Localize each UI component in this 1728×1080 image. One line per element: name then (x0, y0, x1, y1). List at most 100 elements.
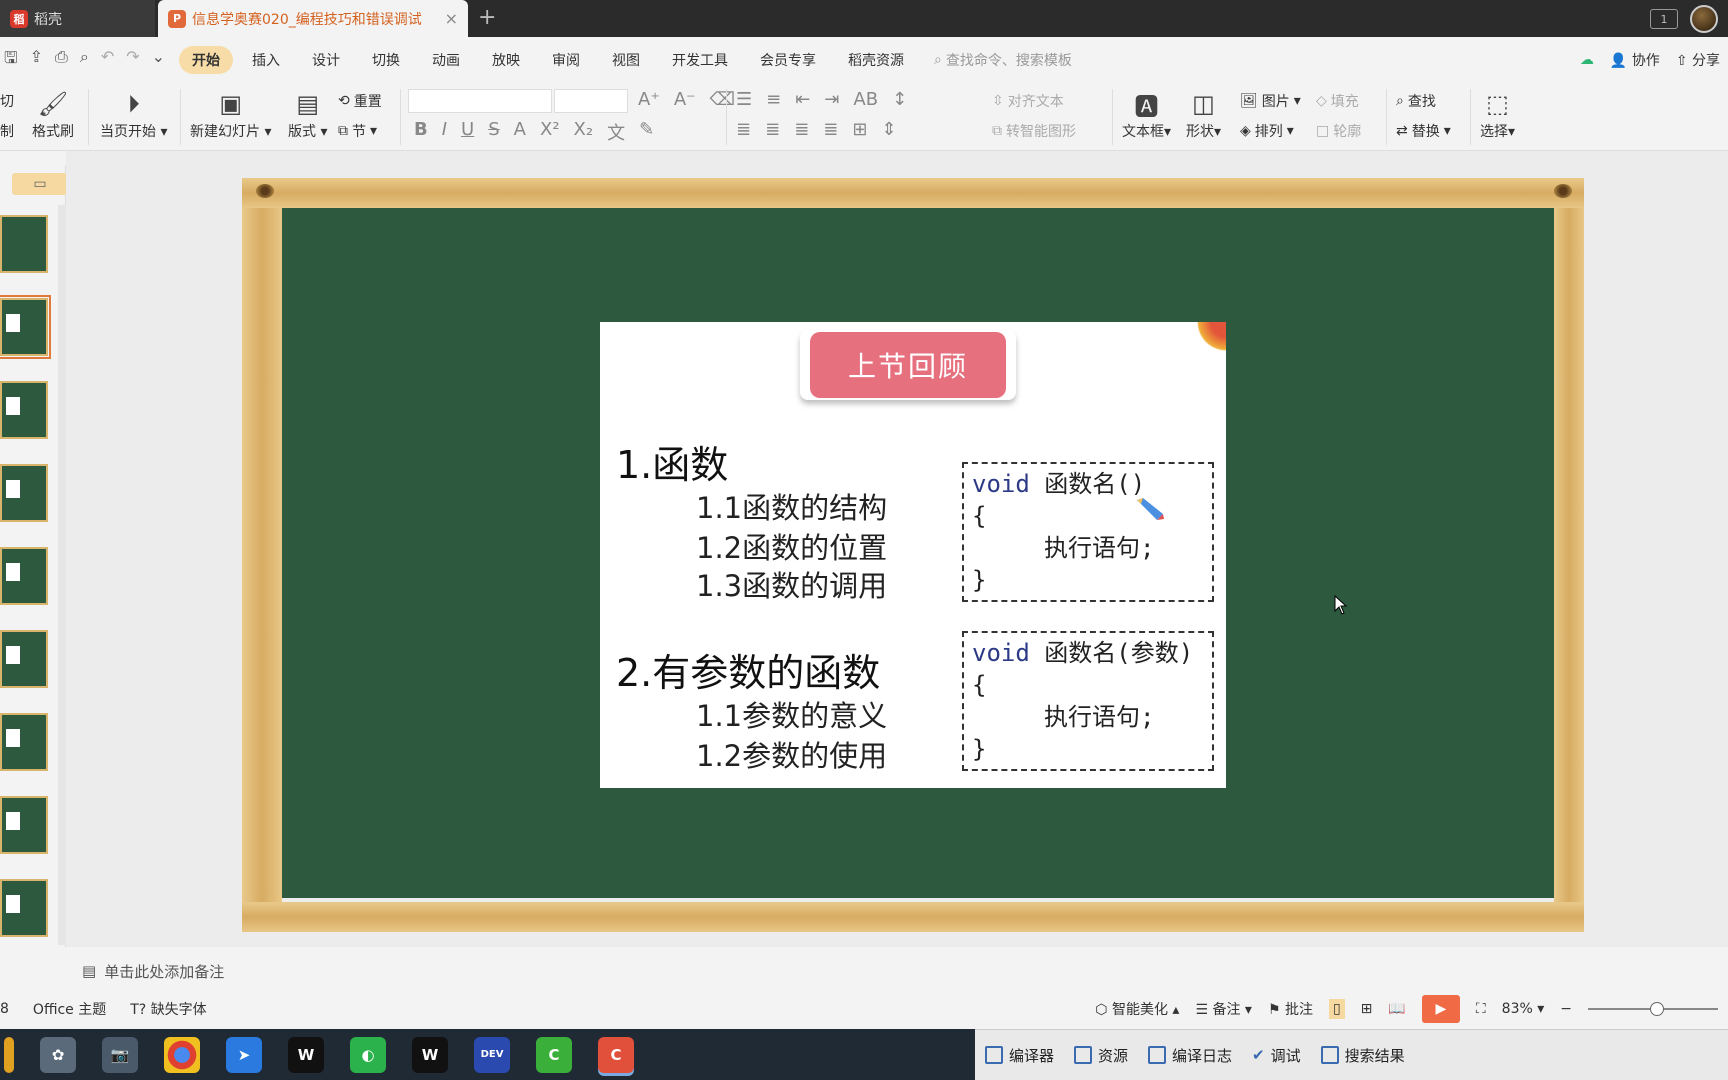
menu-member[interactable]: 会员专享 (747, 46, 829, 74)
slide-thumbnail[interactable] (0, 796, 48, 854)
superscript-icon[interactable]: X² (540, 119, 560, 145)
tab-docer-home[interactable]: 稻 稻壳 (0, 0, 155, 37)
slide-thumbnail[interactable] (0, 381, 48, 439)
slide-thumbnail[interactable] (0, 630, 48, 688)
align-right-icon[interactable]: ≣ (794, 119, 809, 140)
feishu-icon[interactable]: ➤ (226, 1036, 262, 1073)
justify-icon[interactable]: ≣ (823, 119, 838, 140)
tab-document[interactable]: P 信息学奥赛020_编程技巧和错误调试 × (158, 0, 468, 37)
copy-button[interactable]: 复制 (0, 121, 14, 141)
compiler-tab[interactable]: 编译器 (985, 1045, 1054, 1066)
eraser-icon[interactable]: ⌫ (710, 89, 735, 110)
wechat-icon[interactable]: ◐ (350, 1036, 386, 1073)
layout-mode-icon[interactable]: 1 (1650, 9, 1678, 29)
camera-icon[interactable]: 📷 (102, 1036, 138, 1073)
slide-thumbnail[interactable] (0, 215, 48, 273)
picture-button[interactable]: 🖼 图片 ▾ (1240, 91, 1301, 111)
arrange-button[interactable]: ◈ 排列 ▾ (1240, 121, 1294, 141)
notes-toggle-button[interactable]: ☰ 备注 ▾ (1195, 999, 1252, 1019)
menu-docer-resources[interactable]: 稻壳资源 (835, 46, 917, 74)
menu-home[interactable]: 开始 (179, 46, 234, 74)
increase-font-icon[interactable]: A⁺ (638, 89, 660, 110)
save-icon[interactable]: 🖫 (4, 47, 18, 74)
zoom-level[interactable]: 83% ▾ (1502, 1001, 1545, 1017)
app-icon[interactable]: ✿ (40, 1036, 76, 1073)
menu-slideshow[interactable]: 放映 (479, 46, 533, 74)
fill-button[interactable]: ◇ 填充 (1316, 91, 1359, 111)
collab-button[interactable]: 👤 协作 (1610, 50, 1660, 70)
pinyin-icon[interactable]: 文 (607, 119, 625, 145)
print-preview-icon[interactable]: ⌕ (80, 47, 89, 74)
text-direction-icon[interactable]: AB (853, 89, 878, 110)
layout-button[interactable]: ▤ 版式 ▾ (288, 87, 327, 141)
chrome-icon[interactable] (164, 1036, 200, 1073)
normal-view-icon[interactable]: ▯ (1328, 999, 1345, 1019)
zoom-out-button[interactable]: − (1560, 1001, 1572, 1017)
align-left-icon[interactable]: ≣ (736, 119, 751, 140)
slide-thumbnail[interactable] (0, 547, 48, 605)
new-tab-button[interactable]: + (478, 5, 496, 30)
menu-developer[interactable]: 开发工具 (659, 46, 741, 74)
menu-review[interactable]: 审阅 (539, 46, 593, 74)
smart-beautify-button[interactable]: ⬡ 智能美化 ▴ (1095, 999, 1179, 1019)
wps-writer-icon[interactable]: W (288, 1036, 324, 1073)
notes-placeholder[interactable]: 单击此处添加备注 (104, 961, 224, 982)
menu-view[interactable]: 视图 (599, 46, 653, 74)
command-search[interactable]: ⌕ 查找命令、搜索模板 (934, 50, 1072, 70)
thumbnail-view-icon[interactable]: ▭ (12, 173, 68, 195)
notes-pane[interactable]: ▤ 单击此处添加备注 (66, 955, 1728, 987)
thumbnail-scrollbar[interactable] (58, 205, 66, 945)
decrease-font-icon[interactable]: A⁻ (674, 89, 696, 110)
content-card[interactable]: 上节回顾 1.函数 1.1函数的结构 1.2函数的位置 1.3函数的调用 2.有… (600, 322, 1226, 788)
bullet-list-icon[interactable]: ☰ (736, 89, 752, 110)
share-button[interactable]: ⇧ 分享 (1676, 50, 1720, 70)
para-spacing-icon[interactable]: ⇕ (881, 119, 896, 140)
reading-view-icon[interactable]: 📖 (1388, 1001, 1405, 1017)
search-input[interactable]: 查找命令、搜索模板 (946, 50, 1072, 70)
slide-thumbnail[interactable] (0, 713, 48, 771)
fit-window-icon[interactable]: ⛶ (1476, 1001, 1486, 1017)
textbox-button[interactable]: 🅰 文本框▾ (1122, 87, 1171, 141)
cloud-sync-icon[interactable]: ☁ (1580, 52, 1594, 68)
indent-icon[interactable]: ⇥ (824, 89, 839, 110)
comment-button[interactable]: ⚑ 批注 (1268, 999, 1313, 1019)
menu-design[interactable]: 设计 (299, 46, 353, 74)
underline-icon[interactable]: U (461, 119, 474, 145)
print-icon[interactable]: ⎙ (55, 47, 68, 74)
numbered-list-icon[interactable]: ≡ (766, 89, 781, 110)
italic-icon[interactable]: I (442, 119, 447, 145)
align-text-button[interactable]: ⇳ 对齐文本 (992, 91, 1064, 111)
to-smartart-button[interactable]: ⧉ 转智能图形 (992, 121, 1076, 141)
slide-thumbnail[interactable] (0, 295, 51, 359)
wps-writer-icon[interactable]: W (412, 1036, 448, 1073)
replace-button[interactable]: ⇄ 替换 ▾ (1396, 121, 1451, 141)
compile-log-tab[interactable]: 编译日志 (1148, 1045, 1232, 1066)
missing-font-button[interactable]: T? 缺失字体 (130, 999, 206, 1019)
highlight-icon[interactable]: ✎ (639, 119, 654, 145)
slideshow-play-button[interactable]: ▶ (1421, 995, 1460, 1023)
search-results-tab[interactable]: 搜索结果 (1320, 1045, 1405, 1066)
line-spacing-icon[interactable]: ↕ (892, 89, 907, 110)
menu-transition[interactable]: 切换 (359, 46, 413, 74)
align-center-icon[interactable]: ≣ (765, 119, 780, 140)
select-button[interactable]: ⬚ 选择▾ (1480, 87, 1515, 141)
cmaker-red-icon[interactable]: C (598, 1036, 634, 1073)
slide-thumbnail[interactable] (0, 464, 48, 522)
outdent-icon[interactable]: ⇤ (795, 89, 810, 110)
resources-tab[interactable]: 资源 (1074, 1045, 1128, 1066)
distribute-icon[interactable]: ⊞ (852, 119, 867, 140)
subscript-icon[interactable]: X₂ (574, 119, 594, 145)
strikethrough-icon[interactable]: S (488, 119, 499, 145)
format-painter-button[interactable]: 🖌 格式刷 (32, 87, 74, 141)
debug-tab[interactable]: ✔ 调试 (1252, 1045, 1301, 1066)
devcpp-icon[interactable]: DEV (474, 1036, 510, 1073)
bold-icon[interactable]: B (414, 119, 428, 145)
reset-button[interactable]: ⟲ 重置 (338, 91, 382, 111)
grid-view-icon[interactable]: ⊞ (1361, 1001, 1373, 1017)
find-button[interactable]: ⌕ 查找 (1396, 91, 1436, 111)
shape-button[interactable]: ◫ 形状▾ (1186, 87, 1221, 141)
section-button[interactable]: ⧉ 节 ▾ (338, 121, 377, 141)
folder-icon[interactable] (4, 1036, 14, 1073)
cmaker-icon[interactable]: C (536, 1036, 572, 1073)
undo-icon[interactable]: ↶ (101, 47, 114, 74)
